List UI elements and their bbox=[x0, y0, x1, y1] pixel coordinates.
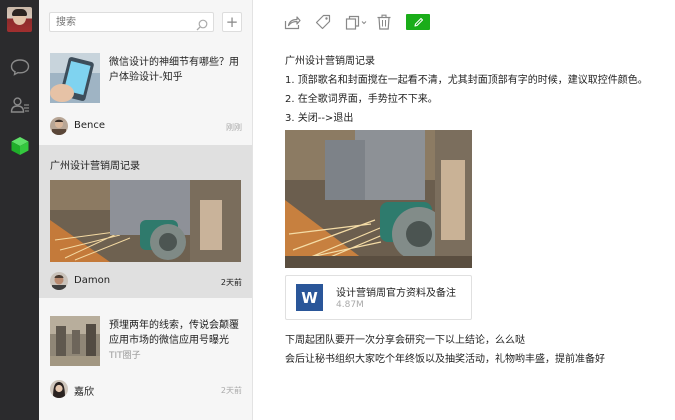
note-photo[interactable] bbox=[285, 130, 472, 268]
timestamp: 刚刚 bbox=[226, 123, 242, 132]
article-thumbnail bbox=[50, 316, 100, 366]
add-button[interactable]: + bbox=[222, 12, 242, 32]
list-item-selected[interactable]: 广州设计营销周记录 Damon 2天前 bbox=[39, 145, 252, 298]
note-line: 1. 顶部歌名和封面搅在一起看不清，尤其封面顶部有字的时候，建议取控件颜色。 bbox=[285, 75, 648, 86]
delete-icon[interactable] bbox=[375, 14, 393, 30]
file-size: 4.87M bbox=[336, 300, 364, 310]
edit-button[interactable] bbox=[406, 14, 430, 30]
note-list: + 微信设计的神细节有哪些？用户体验设计-知乎 Bence 刚刚 广州设计营销周… bbox=[39, 0, 253, 420]
item-footer: Damon 2天前 bbox=[50, 272, 242, 292]
word-file-icon: W bbox=[296, 284, 323, 311]
author-name: Bence bbox=[74, 120, 106, 131]
author-avatar bbox=[50, 117, 68, 135]
search-field[interactable] bbox=[49, 12, 214, 32]
note-title: 广州设计营销周记录 bbox=[285, 56, 375, 67]
author-avatar bbox=[50, 380, 68, 398]
contacts-icon[interactable] bbox=[9, 94, 30, 115]
article-title-text: 预埋两年的线索，传说会颠覆应用市场的微信应用号曝光 bbox=[109, 320, 239, 346]
file-attachment[interactable]: W 设计营销周官方资料及备注 4.87M bbox=[285, 275, 472, 320]
my-avatar[interactable] bbox=[7, 7, 32, 32]
tag-icon[interactable] bbox=[314, 14, 332, 30]
note-line: 2. 在全歌词界面，手势拉不下来。 bbox=[285, 94, 438, 105]
share-icon[interactable] bbox=[283, 14, 301, 30]
author-name: 嘉欣 bbox=[74, 387, 94, 398]
item-footer: Bence 刚刚 bbox=[50, 117, 242, 137]
list-item[interactable]: 微信设计的神细节有哪些？用户体验设计-知乎 Bence 刚刚 bbox=[39, 43, 252, 143]
note-image bbox=[50, 180, 241, 262]
search-input[interactable] bbox=[56, 15, 196, 29]
author-avatar bbox=[50, 272, 68, 290]
item-footer: 嘉欣 2天前 bbox=[50, 380, 242, 400]
note-detail: 广州设计营销周记录 1. 顶部歌名和封面搅在一起看不清，尤其封面顶部有字的时候，… bbox=[253, 0, 675, 420]
note-line: 3. 关闭-->退出 bbox=[285, 113, 354, 124]
list-item[interactable]: 预埋两年的线索，传说会颠覆应用市场的微信应用号曝光 TIT圈子 嘉欣 2天前 bbox=[39, 306, 252, 406]
copy-icon[interactable] bbox=[345, 14, 367, 30]
search-icon[interactable] bbox=[196, 16, 208, 35]
article-title: 微信设计的神细节有哪些？用户体验设计-知乎 bbox=[109, 57, 239, 83]
article-thumbnail bbox=[50, 53, 100, 103]
timestamp: 2天前 bbox=[220, 278, 242, 287]
note-title: 广州设计营销周记录 bbox=[50, 161, 140, 172]
chat-icon[interactable] bbox=[9, 56, 30, 77]
icon-rail bbox=[0, 0, 39, 420]
note-footer: 下周起团队要开一次分享会研究一下以上结论，么么哒 会后让秘书组织大家吃个年终饭以… bbox=[285, 331, 665, 369]
timestamp: 2天前 bbox=[220, 386, 242, 395]
note-body: 广州设计营销周记录 1. 顶部歌名和封面搅在一起看不清，尤其封面顶部有字的时候，… bbox=[285, 52, 665, 128]
edit-icon bbox=[413, 13, 424, 32]
notes-icon[interactable] bbox=[9, 135, 30, 156]
article-source: TIT圈子 bbox=[109, 351, 141, 361]
article-title: 预埋两年的线索，传说会颠覆应用市场的微信应用号曝光 TIT圈子 bbox=[109, 318, 247, 364]
note-line: 会后让秘书组织大家吃个年终饭以及抽奖活动，礼物哟丰盛，提前准备好 bbox=[285, 354, 605, 365]
file-name: 设计营销周官方资料及备注 bbox=[336, 288, 456, 299]
author-name: Damon bbox=[74, 275, 111, 286]
note-line: 下周起团队要开一次分享会研究一下以上结论，么么哒 bbox=[285, 335, 525, 346]
